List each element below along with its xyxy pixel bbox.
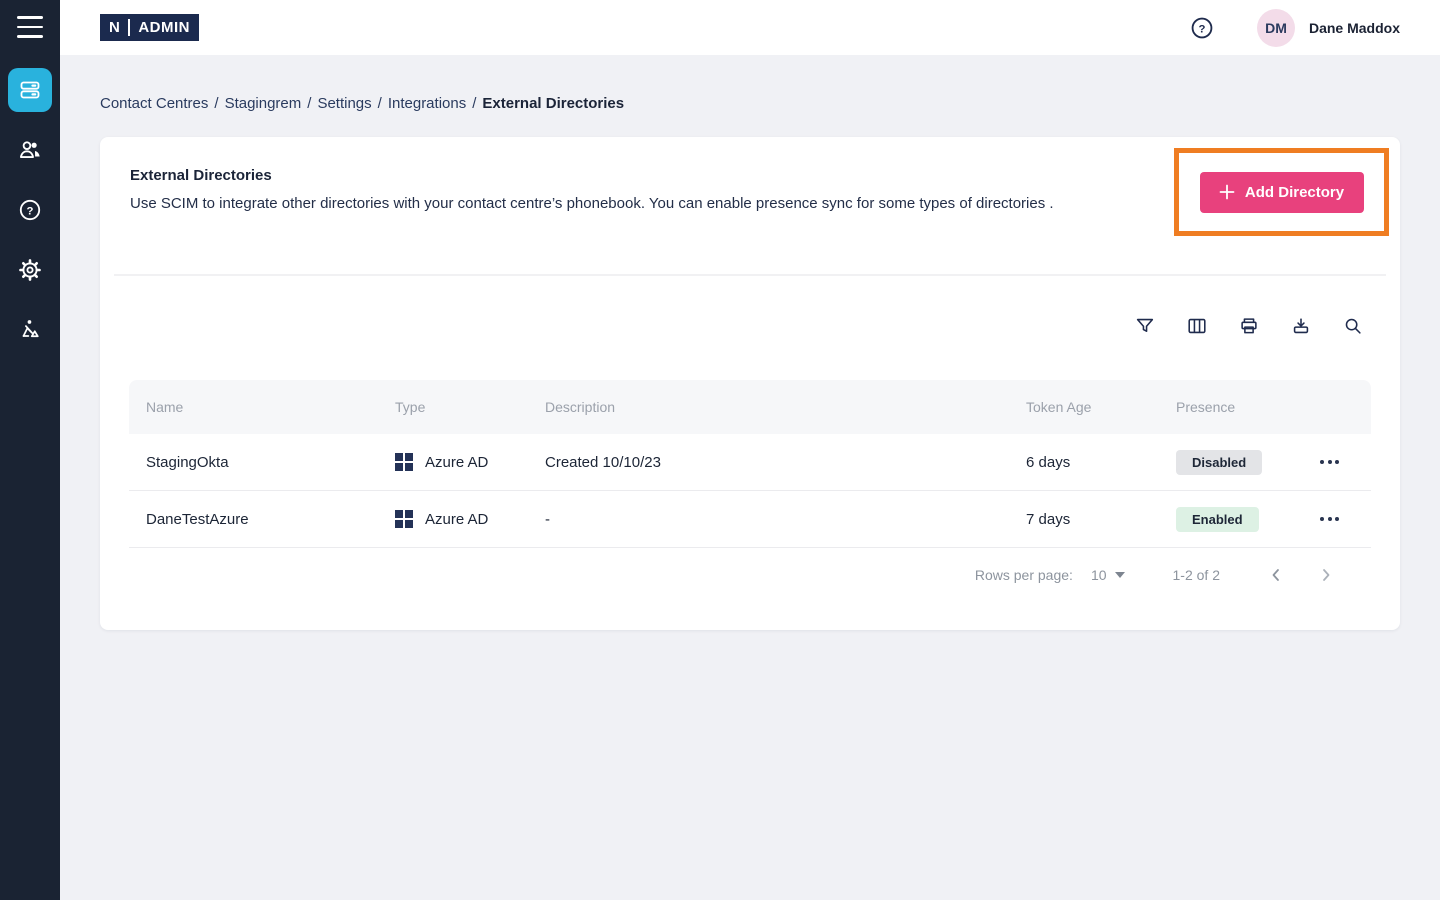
table-toolbar	[1134, 315, 1364, 337]
add-directory-label: Add Directory	[1245, 184, 1344, 201]
chevron-down-icon	[1115, 572, 1125, 578]
table-row: DaneTestAzure Azure AD - 7 days Enabled	[129, 491, 1371, 548]
row-actions-menu-icon[interactable]	[1318, 511, 1341, 527]
pagination: Rows per page: 10 1-2 of 2	[975, 555, 1340, 595]
breadcrumb-contact-centres[interactable]: Contact Centres	[100, 95, 208, 112]
presence-badge: Enabled	[1176, 507, 1259, 532]
previous-page-button[interactable]	[1262, 561, 1290, 589]
app-logo[interactable]: N ADMIN	[100, 14, 199, 41]
row-name: StagingOkta	[129, 454, 395, 471]
breadcrumb-integrations[interactable]: Integrations	[388, 95, 466, 112]
table-row: StagingOkta Azure AD Created 10/10/23 6 …	[129, 434, 1371, 491]
filter-icon[interactable]	[1134, 315, 1156, 337]
sidebar-item-maintenance[interactable]	[8, 308, 52, 352]
pagination-range: 1-2 of 2	[1173, 567, 1220, 583]
svg-text:?: ?	[27, 205, 34, 217]
help-icon: ?	[17, 197, 43, 223]
row-type: Azure AD	[425, 511, 488, 528]
directories-table: Name Type Description Token Age Presence…	[129, 380, 1371, 548]
help-icon[interactable]: ?	[1189, 15, 1215, 41]
construction-icon	[17, 317, 43, 343]
rows-per-page-value: 10	[1091, 567, 1107, 583]
users-icon	[17, 137, 43, 163]
plus-icon	[1219, 184, 1235, 200]
divider	[114, 274, 1386, 276]
sidebar-item-users[interactable]	[8, 128, 52, 172]
svg-text:?: ?	[1199, 23, 1206, 35]
print-icon[interactable]	[1238, 315, 1260, 337]
rows-per-page-select[interactable]: 10	[1091, 567, 1125, 583]
search-icon[interactable]	[1342, 315, 1364, 337]
columns-icon[interactable]	[1186, 315, 1208, 337]
breadcrumb-settings[interactable]: Settings	[317, 95, 371, 112]
row-actions-menu-icon[interactable]	[1318, 454, 1341, 470]
table-header-row: Name Type Description Token Age Presence	[129, 380, 1371, 434]
logo-separator	[128, 19, 130, 36]
presence-badge: Disabled	[1176, 450, 1262, 475]
external-directories-card: External Directories Use SCIM to integra…	[100, 137, 1400, 630]
servers-icon	[18, 78, 42, 102]
user-name: Dane Maddox	[1309, 20, 1400, 36]
col-header-description: Description	[545, 399, 1026, 415]
sidebar-item-contact-centres[interactable]	[8, 68, 52, 112]
row-token-age: 7 days	[1026, 511, 1176, 528]
breadcrumb-current: External Directories	[482, 95, 624, 112]
page-description: Use SCIM to integrate other directories …	[130, 195, 1054, 212]
sidebar: ?	[0, 0, 60, 900]
hamburger-menu-icon[interactable]	[17, 16, 43, 38]
download-icon[interactable]	[1290, 315, 1312, 337]
col-header-token-age: Token Age	[1026, 399, 1176, 415]
row-name: DaneTestAzure	[129, 511, 395, 528]
gear-icon	[17, 257, 43, 283]
annotation-highlight-box: Add Directory	[1174, 148, 1389, 236]
azure-ad-icon	[395, 453, 413, 471]
content-area: Contact Centres/Stagingrem/Settings/Inte…	[60, 55, 1440, 900]
row-token-age: 6 days	[1026, 454, 1176, 471]
logo-admin: ADMIN	[138, 19, 190, 36]
col-header-type: Type	[395, 399, 545, 415]
logo-n: N	[109, 19, 120, 36]
breadcrumb: Contact Centres/Stagingrem/Settings/Inte…	[100, 95, 624, 112]
rows-per-page-label: Rows per page:	[975, 567, 1073, 583]
col-header-name: Name	[129, 399, 395, 415]
sidebar-item-settings[interactable]	[8, 248, 52, 292]
avatar[interactable]: DM	[1257, 9, 1295, 47]
row-type: Azure AD	[425, 454, 488, 471]
add-directory-button[interactable]: Add Directory	[1200, 172, 1364, 213]
azure-ad-icon	[395, 510, 413, 528]
topbar: N ADMIN ? DM Dane Maddox	[60, 0, 1440, 55]
row-description: -	[545, 511, 1026, 528]
sidebar-item-help[interactable]: ?	[8, 188, 52, 232]
breadcrumb-stagingrem[interactable]: Stagingrem	[225, 95, 302, 112]
next-page-button[interactable]	[1312, 561, 1340, 589]
row-description: Created 10/10/23	[545, 454, 1026, 471]
page-title: External Directories	[130, 167, 272, 184]
col-header-presence: Presence	[1176, 399, 1314, 415]
